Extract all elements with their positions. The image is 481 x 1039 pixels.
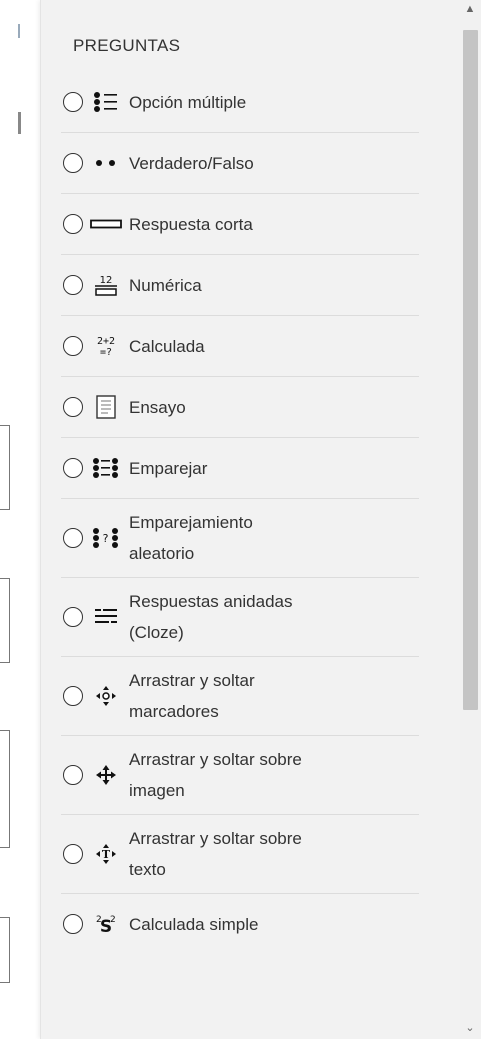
ddwtos-icon: T (89, 842, 123, 866)
radio-button[interactable] (63, 92, 83, 112)
svg-text:T: T (102, 848, 111, 861)
question-type-essay[interactable]: Ensayo (61, 377, 419, 438)
question-type-label: Respuestas anidadas (Cloze) (129, 586, 293, 648)
background-box (0, 425, 10, 510)
radio-button[interactable] (63, 528, 83, 548)
label-line: (Cloze) (129, 623, 184, 642)
calculated-icon-bottom: =? (100, 347, 112, 358)
radio-button[interactable] (63, 336, 83, 356)
svg-text:?: ? (103, 532, 109, 545)
background-fragment (18, 112, 21, 134)
question-type-numerical[interactable]: 12 Numérica (61, 255, 419, 316)
question-type-label: Opción múltiple (129, 92, 247, 112)
radio-button[interactable] (63, 214, 83, 234)
calculatedsimple-icon: 2 2 S (89, 912, 123, 936)
question-type-label: Arrastrar y soltar marcadores (129, 665, 255, 727)
question-type-ddmarker[interactable]: Arrastrar y soltar marcadores (61, 657, 419, 736)
svg-text:S: S (100, 917, 112, 936)
radio-button[interactable] (63, 458, 83, 478)
question-type-match[interactable]: Emparejar (61, 438, 419, 499)
label-line: aleatorio (129, 544, 195, 563)
ddimageortext-icon (89, 763, 123, 787)
multichoice-icon (89, 90, 123, 114)
question-type-label: Arrastrar y soltar sobre texto (129, 823, 302, 885)
label-line: Emparejamiento (129, 513, 253, 532)
numerical-icon: 12 (89, 273, 123, 297)
question-type-label: Verdadero/Falso (129, 153, 254, 173)
numerical-icon-text: 12 (100, 275, 113, 286)
multianswer-icon (89, 605, 123, 629)
radio-button[interactable] (63, 607, 83, 627)
question-type-calculatedsimple[interactable]: 2 2 S Calculada simple (61, 894, 419, 954)
essay-icon (89, 395, 123, 419)
question-type-ddimageortext[interactable]: Arrastrar y soltar sobre imagen (61, 736, 419, 815)
label-line: texto (129, 860, 166, 879)
radio-button[interactable] (63, 686, 83, 706)
background-box (0, 730, 10, 848)
radio-button[interactable] (63, 844, 83, 864)
radio-button[interactable] (63, 765, 83, 785)
question-type-label: Arrastrar y soltar sobre imagen (129, 744, 302, 806)
question-type-label: Numérica (129, 275, 202, 295)
question-type-randomsamatch[interactable]: ? Emparejamiento aleatorio (61, 499, 419, 578)
background-page (0, 0, 40, 1039)
calculated-icon-top: 2+2 (97, 336, 115, 347)
question-type-shortanswer[interactable]: Respuesta corta (61, 194, 419, 255)
truefalse-icon (89, 151, 123, 175)
question-type-truefalse[interactable]: Verdadero/Falso (61, 133, 419, 194)
question-type-panel: PREGUNTAS Opción múltiple Verdadero/Fals… (40, 0, 460, 1039)
question-type-ddwtos[interactable]: T Arrastrar y soltar sobre texto (61, 815, 419, 894)
match-icon (89, 456, 123, 480)
label-line: Respuestas anidadas (129, 592, 293, 611)
question-type-list: Opción múltiple Verdadero/Falso Respuest… (61, 72, 419, 954)
label-line: marcadores (129, 702, 219, 721)
background-box (0, 917, 10, 983)
radio-button[interactable] (63, 397, 83, 417)
scrollbar-thumb[interactable] (463, 30, 478, 710)
question-type-label: Ensayo (129, 397, 186, 417)
question-type-label: Calculada simple (129, 914, 259, 934)
question-type-multichoice[interactable]: Opción múltiple (61, 72, 419, 133)
background-box (0, 578, 10, 663)
question-type-label: Emparejamiento aleatorio (129, 507, 253, 569)
question-type-label: Calculada (129, 336, 205, 356)
question-type-label: Respuesta corta (129, 214, 253, 234)
radio-button[interactable] (63, 275, 83, 295)
scroll-down-icon[interactable]: ⌄ (463, 1020, 477, 1034)
panel-title: PREGUNTAS (73, 36, 181, 55)
question-type-label: Emparejar (129, 458, 208, 478)
randomsamatch-icon: ? (89, 526, 123, 550)
label-line: Arrastrar y soltar sobre (129, 829, 302, 848)
scroll-up-icon[interactable]: ▲ (463, 2, 477, 16)
label-line: imagen (129, 781, 185, 800)
radio-button[interactable] (63, 914, 83, 934)
shortanswer-icon (89, 212, 123, 236)
label-line: Arrastrar y soltar sobre (129, 750, 302, 769)
label-line: Arrastrar y soltar (129, 671, 255, 690)
background-fragment (18, 24, 24, 38)
calculated-icon: 2+2 =? (89, 334, 123, 358)
question-type-multianswer[interactable]: Respuestas anidadas (Cloze) (61, 578, 419, 657)
radio-button[interactable] (63, 153, 83, 173)
question-type-calculated[interactable]: 2+2 =? Calculada (61, 316, 419, 377)
ddmarker-icon (89, 684, 123, 708)
